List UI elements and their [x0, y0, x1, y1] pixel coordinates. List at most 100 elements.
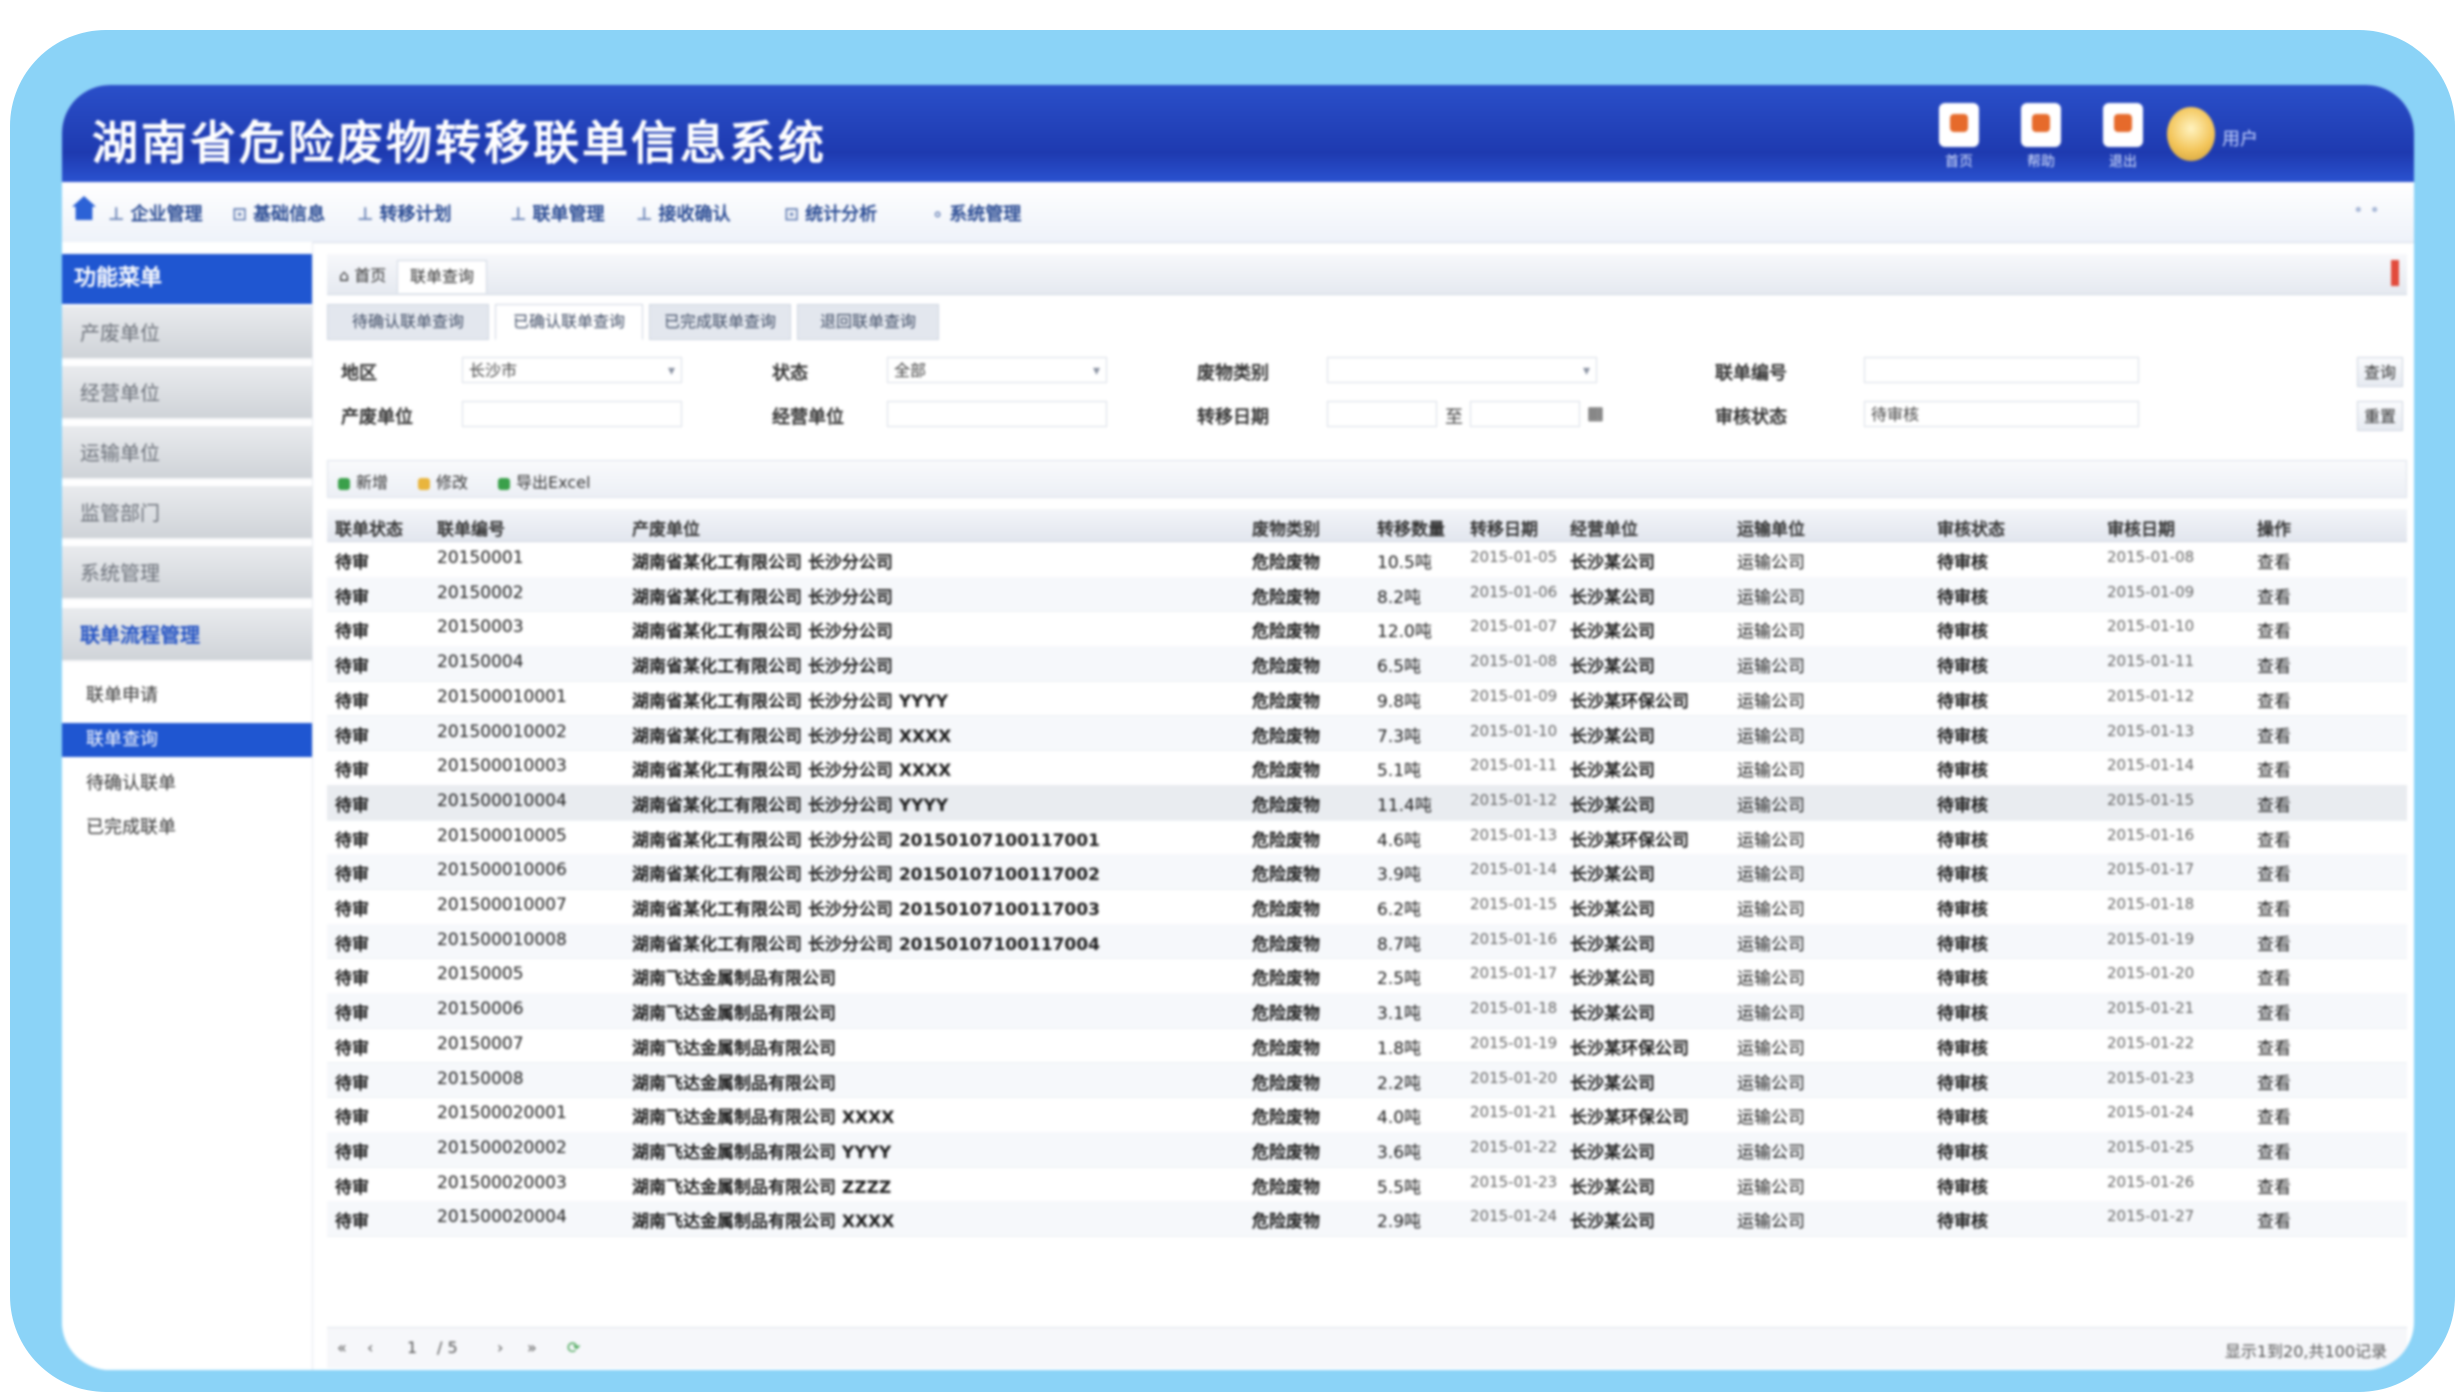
- toolbar-item-receipt[interactable]: ⊥ 接收确认: [636, 200, 730, 226]
- table-row[interactable]: 待审 201500010007 湖南省某化工有限公司 长沙分公司 201501071…: [327, 889, 2407, 925]
- subtab-pending[interactable]: 待确认联单查询: [327, 304, 489, 340]
- edit-button[interactable]: 修改: [418, 469, 468, 493]
- filter-category-select[interactable]: [1327, 357, 1597, 384]
- view-link[interactable]: 查看: [2257, 964, 2397, 989]
- filter-date-picker-icon[interactable]: ▦: [1587, 403, 1604, 424]
- sidebar-item-query[interactable]: 联单查询: [62, 723, 312, 757]
- grid-header-cell[interactable]: 经营单位: [1570, 515, 1730, 540]
- view-link[interactable]: 查看: [2257, 687, 2397, 712]
- table-row[interactable]: 待审 201500010004 湖南省某化工有限公司 长沙分公司 YYYY 危险废物 1…: [327, 784, 2407, 821]
- filter-operator-input[interactable]: [887, 401, 1107, 427]
- subtab-completed[interactable]: 已完成联单查询: [649, 304, 791, 340]
- grid-header-cell[interactable]: 产废单位: [632, 515, 1242, 540]
- pager-refresh-icon[interactable]: ⟳: [567, 1338, 580, 1357]
- tab-query[interactable]: 联单查询: [397, 260, 488, 293]
- pager-prev-button[interactable]: ‹: [367, 1338, 373, 1357]
- view-link[interactable]: 查看: [2257, 1034, 2397, 1059]
- filter-producer-input[interactable]: [462, 401, 682, 427]
- sidebar-group-system[interactable]: 系统管理: [62, 546, 312, 600]
- table-row[interactable]: 待审 201500020003 湖南飞达金属制品有限公司 ZZZZ 危险废物 5.5吨 2…: [327, 1167, 2407, 1203]
- table-row[interactable]: 待审 201500010006 湖南省某化工有限公司 长沙分公司 201501071…: [327, 854, 2407, 890]
- filter-audit-input[interactable]: 待审核: [1864, 401, 2139, 427]
- grid-header-cell[interactable]: 操作: [2257, 515, 2397, 540]
- view-link[interactable]: 查看: [2257, 999, 2397, 1024]
- pager-page-input[interactable]: 1: [407, 1338, 417, 1357]
- table-row[interactable]: 待审 20150008 湖南飞达金属制品有限公司 危险废物 2.2吨 2015-01-20…: [327, 1062, 2407, 1099]
- view-link[interactable]: 查看: [2257, 756, 2397, 781]
- tab-close-icon[interactable]: [2391, 260, 2399, 286]
- toolbar-item-manifest[interactable]: ⊥ 联单管理: [510, 200, 604, 226]
- add-button[interactable]: 新增: [338, 469, 388, 493]
- table-row[interactable]: 待审 20150006 湖南飞达金属制品有限公司 危险废物 3.1吨 2015-01-18…: [327, 993, 2407, 1029]
- table-row[interactable]: 待审 20150007 湖南飞达金属制品有限公司 危险废物 1.8吨 2015-01-19…: [327, 1028, 2407, 1064]
- sidebar-item-completed[interactable]: 已完成联单: [62, 811, 312, 845]
- sidebar-group-manifest-flow[interactable]: 联单流程管理: [62, 608, 312, 662]
- table-row[interactable]: 待审 201500020004 湖南飞达金属制品有限公司 XXXX 危险废物 2.9吨 2…: [327, 1201, 2407, 1237]
- grid-header-cell[interactable]: 审核日期: [2107, 515, 2252, 540]
- view-link[interactable]: 查看: [2257, 617, 2397, 642]
- grid-header-cell[interactable]: 转移日期: [1470, 515, 1565, 540]
- table-row[interactable]: 待审 201500010002 湖南省某化工有限公司 长沙分公司 XXXX 危险废物 7…: [327, 715, 2407, 752]
- sidebar-item-pending[interactable]: 待确认联单: [62, 767, 312, 801]
- sidebar-group-transport[interactable]: 运输单位: [62, 426, 312, 480]
- view-link[interactable]: 查看: [2257, 652, 2397, 677]
- reset-button[interactable]: 重置: [2357, 401, 2403, 431]
- pager-next-button[interactable]: ›: [497, 1338, 503, 1357]
- view-link[interactable]: 查看: [2257, 1069, 2397, 1094]
- table-row[interactable]: 待审 201500010008 湖南省某化工有限公司 长沙分公司 201501071…: [327, 923, 2407, 960]
- filter-status-select[interactable]: 全部: [887, 357, 1107, 384]
- table-row[interactable]: 待审 201500010001 湖南省某化工有限公司 长沙分公司 YYYY 危险废物 9…: [327, 681, 2407, 717]
- export-button[interactable]: 导出Excel: [498, 469, 590, 493]
- grid-header-cell[interactable]: 审核状态: [1937, 515, 2102, 540]
- search-button[interactable]: 查询: [2357, 357, 2403, 387]
- toolbar-collapse-icon[interactable]: • •: [2353, 200, 2380, 221]
- table-row[interactable]: 待审 20150005 湖南飞达金属制品有限公司 危险废物 2.5吨 2015-01-17…: [327, 958, 2407, 995]
- filter-manifest-no-input[interactable]: [1864, 357, 2139, 383]
- view-link[interactable]: 查看: [2257, 1103, 2397, 1128]
- toolbar-item-enterprise[interactable]: ⊥ 企业管理: [108, 200, 202, 226]
- pager-first-button[interactable]: «: [337, 1338, 347, 1357]
- header-exit-button[interactable]: 退出: [2088, 103, 2158, 181]
- table-row[interactable]: 待审 201500010003 湖南省某化工有限公司 长沙分公司 XXXX 危险废物 5…: [327, 750, 2407, 786]
- user-avatar-icon[interactable]: [2167, 107, 2215, 161]
- sidebar-group-producer[interactable]: 产废单位: [62, 306, 312, 360]
- grid-header-cell[interactable]: 运输单位: [1737, 515, 1932, 540]
- view-link[interactable]: 查看: [2257, 930, 2397, 955]
- sidebar-group-operator[interactable]: 经营单位: [62, 366, 312, 420]
- header-home-button[interactable]: 首页: [1924, 103, 1994, 181]
- tab-home[interactable]: ⌂ 首页: [327, 260, 398, 292]
- grid-header-cell[interactable]: 联单编号: [437, 515, 627, 540]
- view-link[interactable]: 查看: [2257, 791, 2397, 816]
- view-link[interactable]: 查看: [2257, 1138, 2397, 1163]
- toolbar-item-statistics[interactable]: ⊡ 统计分析: [784, 200, 877, 226]
- header-help-button[interactable]: 帮助: [2006, 103, 2076, 181]
- table-row[interactable]: 待审 20150002 湖南省某化工有限公司 长沙分公司 危险废物 8.2吨 2015-0…: [327, 576, 2407, 613]
- pager-last-button[interactable]: »: [527, 1338, 537, 1357]
- view-link[interactable]: 查看: [2257, 1173, 2397, 1198]
- table-row[interactable]: 待审 201500010005 湖南省某化工有限公司 长沙分公司 201501071…: [327, 820, 2407, 856]
- table-row[interactable]: 待审 20150003 湖南省某化工有限公司 长沙分公司 危险废物 12.0吨 2015-…: [327, 611, 2407, 648]
- view-link[interactable]: 查看: [2257, 548, 2397, 573]
- view-link[interactable]: 查看: [2257, 1207, 2397, 1232]
- filter-region-select[interactable]: 长沙市: [462, 357, 682, 384]
- view-link[interactable]: 查看: [2257, 860, 2397, 885]
- subtab-returned[interactable]: 退回联单查询: [797, 304, 939, 340]
- subtab-confirmed[interactable]: 已确认联单查询: [495, 304, 643, 340]
- home-icon[interactable]: [72, 196, 96, 220]
- toolbar-item-transfer-plan[interactable]: ⊥ 转移计划: [357, 200, 451, 226]
- toolbar-item-basic-info[interactable]: ⊡ 基础信息: [232, 200, 325, 226]
- view-link[interactable]: 查看: [2257, 895, 2397, 920]
- grid-header-cell[interactable]: 转移数量: [1377, 515, 1467, 540]
- sidebar-item-apply[interactable]: 联单申请: [62, 679, 312, 713]
- filter-date-to-input[interactable]: [1470, 401, 1580, 427]
- filter-date-from-input[interactable]: [1327, 401, 1437, 427]
- grid-header-cell[interactable]: 联单状态: [335, 515, 430, 540]
- toolbar-item-system[interactable]: ∘ 系统管理: [932, 200, 1021, 226]
- table-row[interactable]: 待审 20150004 湖南省某化工有限公司 长沙分公司 危险废物 6.5吨 2015-0…: [327, 646, 2407, 682]
- view-link[interactable]: 查看: [2257, 826, 2397, 851]
- table-row[interactable]: 待审 201500020002 湖南飞达金属制品有限公司 YYYY 危险废物 3.6吨 2…: [327, 1131, 2407, 1168]
- view-link[interactable]: 查看: [2257, 722, 2397, 747]
- table-row[interactable]: 待审 201500020001 湖南飞达金属制品有限公司 XXXX 危险废物 4.0吨 2…: [327, 1097, 2407, 1133]
- sidebar-group-regulator[interactable]: 监管部门: [62, 486, 312, 540]
- view-link[interactable]: 查看: [2257, 583, 2397, 608]
